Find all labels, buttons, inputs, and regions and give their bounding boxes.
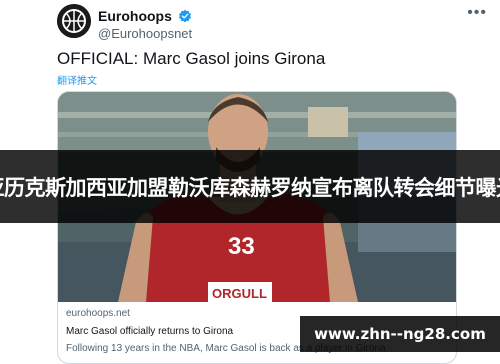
more-horizontal-icon[interactable]: ••• — [467, 4, 487, 22]
shorts-text: ORGULL — [212, 286, 267, 301]
banner-text: 亚历克斯加西亚加盟勒沃库森赫罗纳宣布离队转会细节曝光 — [0, 175, 500, 200]
headline-banner: 亚历克斯加西亚加盟勒沃库森赫罗纳宣布离队转会细节曝光 — [0, 150, 500, 223]
translate-tweet-link[interactable]: 翻译推文 — [57, 72, 97, 87]
avatar[interactable] — [57, 4, 91, 38]
display-name[interactable]: Eurohoops — [98, 8, 172, 24]
tweet-header: Eurohoops @Eurohoopsnet ••• — [57, 4, 487, 44]
tweet-text: OFFICIAL: Marc Gasol joins Girona — [57, 49, 326, 68]
verified-badge-icon — [179, 9, 192, 23]
user-handle[interactable]: @Eurohoopsnet — [98, 26, 192, 42]
user-block[interactable]: Eurohoops @Eurohoopsnet — [98, 7, 192, 42]
site-watermark: www.zhn--ng28.com — [300, 316, 500, 352]
eurohoops-logo-icon — [57, 4, 91, 38]
jersey-number: 33 — [228, 233, 255, 260]
